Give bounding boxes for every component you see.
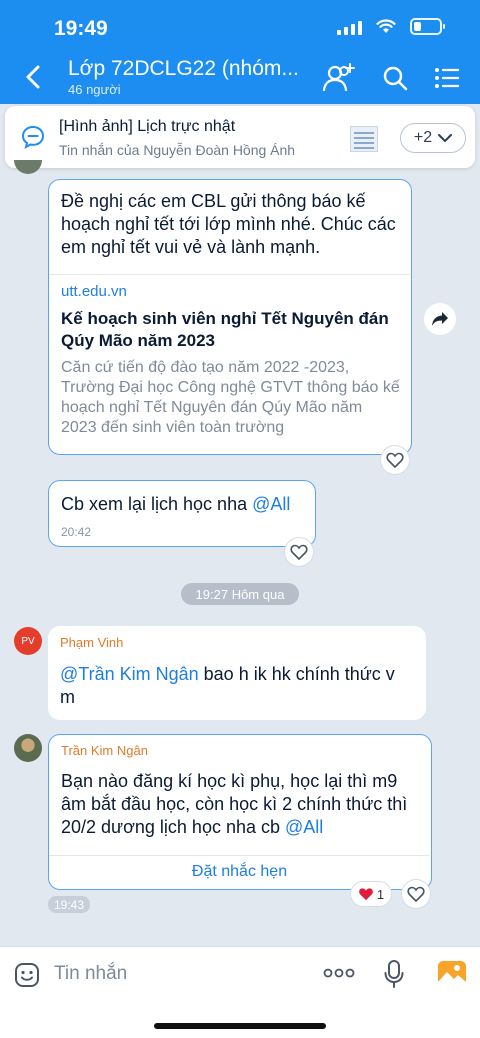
avatar[interactable]: PV (14, 627, 42, 655)
message-bubble-link[interactable]: Đề nghị các em CBL gửi thông báo kế hoạc… (48, 179, 412, 455)
pinned-image-thumbnail (350, 126, 378, 152)
pinned-more-button[interactable]: +2 (400, 123, 466, 153)
avatar[interactable] (14, 734, 42, 762)
avatar[interactable] (14, 160, 42, 174)
signal-icon (337, 19, 362, 35)
mention-all[interactable]: @All (252, 494, 290, 514)
group-title[interactable]: Lớp 72DCLG22 (nhóm... (68, 57, 299, 81)
wifi-icon (376, 19, 396, 33)
mention-user[interactable]: @Trần Kim Ngân (60, 664, 199, 684)
pinned-title: [Hình ảnh] Lịch trực nhật (59, 118, 236, 135)
microphone-icon[interactable] (384, 959, 404, 989)
message-time: 20:42 (61, 525, 92, 539)
divider (49, 274, 410, 275)
message-bubble[interactable]: Phạm Vinh @Trần Kim Ngân bao h ik hk chí… (48, 626, 426, 720)
message-text: Bạn nào đăng kí học kì phụ, học lại thì … (61, 771, 408, 837)
chat-header: 19:49 Lớp 72DCLG22 (nhóm... 46 người (0, 0, 480, 104)
more-options-icon[interactable] (323, 967, 355, 979)
message-time: 19:43 (48, 896, 91, 913)
heart-filled-icon (359, 888, 373, 901)
heart-reaction-icon[interactable] (402, 880, 430, 908)
message-bubble[interactable]: Cb xem lại lịch học nha @All 20:42 (48, 480, 316, 547)
emoji-icon[interactable] (14, 962, 40, 988)
status-icons (337, 18, 445, 35)
message-text: Cb xem lại lịch học nha @All (61, 494, 291, 514)
back-arrow-icon[interactable] (20, 62, 46, 92)
member-count: 46 người (68, 82, 121, 97)
divider (49, 855, 430, 856)
add-member-icon[interactable] (322, 62, 356, 94)
reaction-count: 1 (376, 886, 385, 902)
chevron-down-icon (438, 133, 453, 142)
battery-icon (410, 18, 445, 35)
date-divider: 19:27 Hôm qua (181, 583, 299, 605)
pinned-message[interactable]: [Hình ảnh] Lịch trực nhật Tin nhắn của N… (5, 106, 475, 168)
message-input[interactable]: Tin nhắn (54, 963, 127, 985)
search-icon[interactable] (378, 62, 412, 94)
message-bubble[interactable]: Trần Kim Ngân Bạn nào đăng kí học kì phụ… (48, 734, 432, 890)
image-gallery-icon[interactable] (437, 960, 467, 987)
share-arrow-icon (432, 312, 448, 326)
set-reminder-button[interactable]: Đặt nhắc hẹn (49, 863, 430, 881)
heart-reaction-icon[interactable] (381, 446, 409, 474)
link-host[interactable]: utt.edu.vn (61, 283, 127, 300)
message-text: Đề nghị các em CBL gửi thông báo kế hoạc… (61, 191, 396, 257)
message-text: @Trần Kim Ngân bao h ik hk chính thức v … (60, 664, 395, 707)
forward-button[interactable] (424, 303, 456, 335)
link-title[interactable]: Kế hoạch sinh viên nghỉ Tết Nguyên đán Q… (61, 308, 401, 352)
pinned-subtitle: Tin nhắn của Nguyễn Đoàn Hồng Ánh (59, 142, 296, 158)
link-description: Căn cứ tiến độ đào tạo năm 2022 -2023, T… (61, 359, 400, 436)
heart-reaction-icon[interactable] (285, 538, 313, 566)
sender-name[interactable]: Trần Kim Ngân (61, 743, 148, 758)
sender-name[interactable]: Phạm Vinh (60, 635, 123, 650)
mention-all[interactable]: @All (285, 817, 323, 837)
status-time: 19:49 (54, 17, 108, 40)
menu-list-icon[interactable] (430, 62, 464, 94)
chat-bubble-icon (21, 125, 45, 149)
pinned-more-count: +2 (413, 129, 433, 146)
reaction-summary[interactable]: 1 (351, 882, 391, 906)
home-indicator (154, 1023, 326, 1029)
